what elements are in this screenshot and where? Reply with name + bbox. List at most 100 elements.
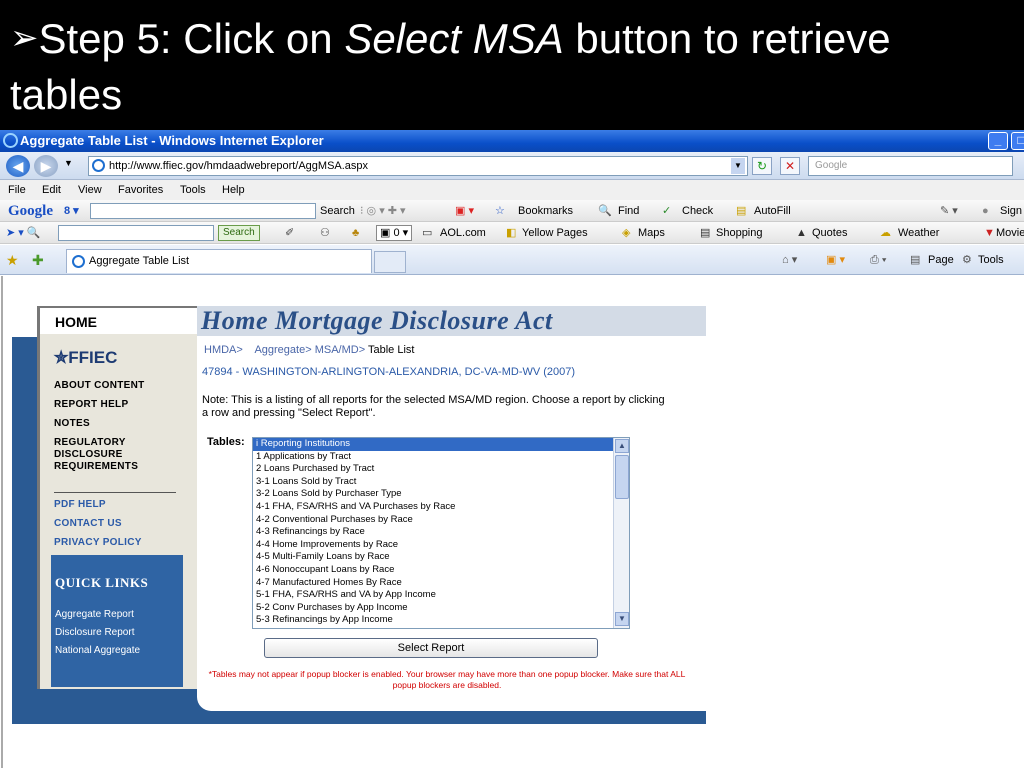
stop-button[interactable]: ✕ (780, 157, 800, 175)
note-text: Note: This is a listing of all reports f… (202, 394, 665, 419)
yellow-pages-link[interactable]: Yellow Pages (522, 222, 588, 244)
shopping-icon: ▤ (700, 227, 711, 239)
menu-favorites[interactable]: Favorites (118, 180, 163, 200)
page-icon (92, 159, 105, 172)
table-list-item[interactable]: 2 Loans Purchased by Tract (253, 463, 629, 476)
home-link[interactable]: HOME (40, 306, 200, 334)
history-dropdown-icon[interactable]: ▼ (64, 158, 73, 168)
scroll-thumb[interactable] (615, 455, 629, 499)
mail-count[interactable]: ▣ 0 ▾ (376, 225, 413, 241)
quick-links-title: QUICK LINKS (55, 575, 149, 590)
maps-link[interactable]: Maps (638, 222, 665, 244)
page-icon: ▤ (910, 254, 921, 266)
table-list-item[interactable]: 1 Applications by Tract (253, 451, 629, 464)
scroll-up-icon[interactable]: ▲ (615, 439, 629, 453)
report-help-link[interactable]: REPORT HELP (54, 399, 128, 410)
shopping-link[interactable]: Shopping (716, 222, 763, 244)
maps-icon: ◈ (622, 227, 631, 239)
menu-tools[interactable]: Tools (180, 180, 206, 200)
menu-view[interactable]: View (78, 180, 102, 200)
add-favorites-icon[interactable]: ✚ (32, 245, 44, 275)
check-button[interactable]: Check (682, 200, 713, 222)
breadcrumb-msa[interactable]: MSA/MD> (315, 344, 365, 356)
quotes-link[interactable]: Quotes (812, 222, 847, 244)
autofill-button[interactable]: AutoFill (754, 200, 791, 222)
wrench-icon[interactable]: ✎ ▾ (940, 200, 958, 222)
address-bar: ◀ ▶ ▼ http://www.ffiec.gov/hmdaadwebrepo… (0, 152, 1024, 180)
back-button[interactable]: ◀ (6, 155, 30, 177)
menu-file[interactable]: File (8, 180, 26, 200)
weather-link[interactable]: Weather (898, 222, 939, 244)
buddy-icon[interactable]: ♣ (352, 222, 359, 244)
page-menu[interactable]: Page (928, 245, 954, 275)
forward-button[interactable]: ▶ (34, 155, 58, 177)
spellcheck-icon: ✓ (662, 205, 672, 217)
tables-scrollbar[interactable]: ▲ ▼ (613, 438, 629, 628)
address-input[interactable]: http://www.ffiec.gov/hmdaadwebreport/Agg… (88, 156, 748, 176)
table-list-item[interactable]: 4-7 Manufactured Homes By Race (253, 577, 629, 590)
about-content-link[interactable]: ABOUT CONTENT (54, 380, 145, 391)
people-icon[interactable]: ⚇ (320, 222, 330, 244)
notes-link[interactable]: NOTES (54, 418, 90, 429)
address-dropdown-icon[interactable]: ▼ (731, 158, 745, 174)
new-tab-button[interactable] (374, 251, 406, 273)
menu-bar: File Edit View Favorites Tools Help (0, 180, 1024, 200)
highlight-icon[interactable]: ✐ (285, 222, 294, 244)
web-search-input[interactable]: Google (808, 156, 1013, 176)
popup-icon[interactable]: ▣ ▾ (455, 200, 474, 222)
star-icon[interactable]: ☆ (495, 200, 505, 222)
pdf-help-link[interactable]: PDF HELP (54, 499, 106, 510)
scroll-down-icon[interactable]: ▼ (615, 612, 629, 626)
google-search-input[interactable] (90, 203, 316, 219)
table-list-item[interactable]: 4-3 Refinancings by Race (253, 526, 629, 539)
movies-link[interactable]: Movie (996, 222, 1024, 244)
table-list-item[interactable]: i Reporting Institutions (253, 438, 629, 451)
disclosure-report-link[interactable]: Disclosure Report (55, 627, 134, 638)
table-list-item[interactable]: 3-2 Loans Sold by Purchaser Type (253, 488, 629, 501)
breadcrumb-hmda[interactable]: HMDA> (204, 344, 243, 356)
minimize-button[interactable]: _ (988, 132, 1008, 150)
aol-search-button[interactable]: Search (218, 225, 260, 241)
tables-listbox[interactable]: i Reporting Institutions 1 Applications b… (252, 437, 630, 629)
regulatory-disclosure-link[interactable]: REGULATORY DISCLOSURE REQUIREMENTS (54, 437, 154, 473)
quick-links-panel: QUICK LINKS Aggregate Report Disclosure … (51, 555, 183, 687)
tab-aggregate-table-list[interactable]: Aggregate Table List (66, 249, 372, 273)
msa-name: 47894 - WASHINGTON-ARLINGTON-ALEXANDRIA,… (202, 366, 576, 378)
contact-us-link[interactable]: CONTACT US (54, 518, 122, 529)
refresh-button[interactable]: ↻ (752, 157, 772, 175)
table-list-item[interactable]: 4-4 Home Improvements by Race (253, 539, 629, 552)
table-list-item[interactable]: 5-1 FHA, FSA/RHS and VA by App Income (253, 589, 629, 602)
sign-in-link[interactable]: Sign (1000, 200, 1022, 222)
menu-help[interactable]: Help (222, 180, 245, 200)
google-search-button[interactable]: Search (320, 200, 355, 222)
ffiec-logo: ✮FFIEC (54, 348, 118, 367)
favorites-star-icon[interactable]: ★ (6, 245, 19, 275)
feeds-icon[interactable]: ▣ ▾ (826, 245, 845, 275)
maximize-button[interactable]: □ (1011, 132, 1024, 150)
table-list-item[interactable]: 4-2 Conventional Purchases by Race (253, 514, 629, 527)
table-list-item[interactable]: 5-2 Conv Purchases by App Income (253, 602, 629, 615)
breadcrumb-aggregate[interactable]: Aggregate> (254, 344, 311, 356)
select-report-button[interactable]: Select Report (264, 638, 598, 658)
table-list-item[interactable]: 4-1 FHA, FSA/RHS and VA Purchases by Rac… (253, 501, 629, 514)
bookmarks-button[interactable]: Bookmarks (518, 200, 573, 222)
tab-page-icon (72, 255, 85, 268)
home-icon[interactable]: ⌂ ▾ (782, 245, 797, 275)
find-button[interactable]: Find (618, 200, 639, 222)
aol-search-input[interactable] (58, 225, 214, 241)
national-aggregate-link[interactable]: National Aggregate (55, 645, 140, 656)
privacy-policy-link[interactable]: PRIVACY POLICY (54, 537, 142, 548)
tools-menu[interactable]: Tools (978, 245, 1004, 275)
menu-edit[interactable]: Edit (42, 180, 61, 200)
aol-menu-icon[interactable]: ➤ ▾ 🔍 (6, 222, 41, 244)
print-icon[interactable]: ⎙ ▾ (870, 245, 886, 275)
table-list-item[interactable]: 4-6 Nonoccupant Loans by Race (253, 564, 629, 577)
table-list-item[interactable]: 3-1 Loans Sold by Tract (253, 476, 629, 489)
table-list-item[interactable]: 4-5 Multi-Family Loans by Race (253, 551, 629, 564)
google-g-icon[interactable]: 8 ▾ (64, 200, 79, 222)
ie-logo-icon (3, 133, 18, 148)
find-icon: 🔍 (598, 205, 612, 217)
table-list-item[interactable]: 5-3 Refinancings by App Income (253, 614, 629, 627)
aol-link[interactable]: AOL.com (440, 222, 486, 244)
aggregate-report-link[interactable]: Aggregate Report (55, 609, 134, 620)
